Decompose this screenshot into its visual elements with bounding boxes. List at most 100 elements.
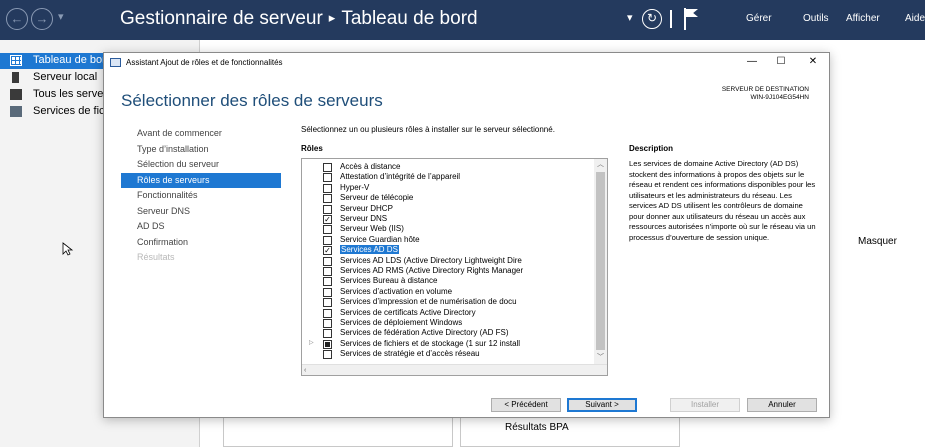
- role-checkbox[interactable]: [323, 267, 332, 276]
- step-confirmation[interactable]: Confirmation: [121, 235, 281, 250]
- role-label: Services de stratégie et d’accès réseau: [340, 349, 480, 359]
- step-server-roles[interactable]: Rôles de serveurs: [121, 172, 281, 188]
- step-ad-ds[interactable]: AD DS: [121, 219, 281, 234]
- role-item[interactable]: ✓ Serveur DNS: [302, 214, 594, 224]
- role-label: Serveur Web (IIS): [340, 224, 404, 234]
- role-checkbox[interactable]: [323, 287, 332, 297]
- breadcrumb: Gestionnaire de serveur ▸ Tableau de bord: [120, 8, 478, 30]
- role-item[interactable]: Services de fédération Active Directory …: [302, 328, 594, 339]
- role-checkbox[interactable]: [323, 235, 332, 245]
- step-features[interactable]: Fonctionnalités: [121, 188, 281, 203]
- role-item[interactable]: Hyper-V: [302, 183, 594, 193]
- mouse-cursor-icon: [62, 242, 74, 256]
- description-heading: Description: [629, 144, 674, 153]
- role-item[interactable]: Accès à distance: [302, 162, 594, 172]
- notification-flag-icon[interactable]: [684, 8, 700, 30]
- role-item[interactable]: Services Bureau à distance: [302, 276, 594, 287]
- role-label: Service Guardian hôte: [340, 234, 420, 244]
- role-item[interactable]: Attestation d’intégrité de l’appareil: [302, 172, 594, 183]
- horizontal-scrollbar[interactable]: ‹: [302, 364, 607, 375]
- role-label: Services Bureau à distance: [340, 276, 438, 286]
- breadcrumb-separator: ▸: [328, 10, 336, 25]
- role-checkbox[interactable]: ✓: [323, 246, 332, 256]
- role-checkbox[interactable]: [323, 350, 332, 360]
- role-item[interactable]: Serveur de télécopie: [302, 193, 594, 204]
- role-item[interactable]: Services de certificats Active Directory: [302, 308, 594, 318]
- scroll-thumb[interactable]: [596, 172, 605, 350]
- step-dns-server[interactable]: Serveur DNS: [121, 204, 281, 219]
- role-item[interactable]: Services AD RMS (Active Directory Rights…: [302, 266, 594, 276]
- role-label: Serveur de télécopie: [340, 193, 414, 203]
- forward-arrow-icon[interactable]: →: [31, 8, 53, 30]
- menu-view[interactable]: Afficher: [846, 13, 880, 24]
- cancel-button[interactable]: Annuler: [747, 398, 817, 412]
- role-item[interactable]: Serveur DHCP: [302, 204, 594, 214]
- role-label: Services de déploiement Windows: [340, 318, 463, 327]
- nav-dropdown-icon[interactable]: ▾: [58, 10, 64, 23]
- role-checkbox[interactable]: [323, 194, 332, 204]
- hide-link[interactable]: Masquer: [858, 236, 897, 247]
- step-server-selection[interactable]: Sélection du serveur: [121, 157, 281, 172]
- step-installation-type[interactable]: Type d’installation: [121, 142, 281, 157]
- dialog-titlebar[interactable]: Assistant Ajout de rôles et de fonctionn…: [104, 53, 829, 73]
- dashboard-tile: [460, 415, 680, 447]
- step-before-you-begin[interactable]: Avant de commencer: [121, 126, 281, 141]
- role-checkbox[interactable]: [323, 183, 332, 193]
- role-label: Services AD LDS (Active Directory Lightw…: [340, 255, 522, 265]
- add-roles-wizard-dialog: Assistant Ajout de rôles et de fonctionn…: [103, 52, 830, 418]
- step-results: Résultats: [137, 252, 175, 262]
- role-checkbox[interactable]: ✓: [323, 215, 332, 224]
- vertical-scrollbar[interactable]: ︿ ﹀: [594, 159, 607, 364]
- previous-button[interactable]: < Précédent: [491, 398, 561, 412]
- role-item[interactable]: Services de déploiement Windows: [302, 318, 594, 328]
- role-item[interactable]: Services d’activation en volume: [302, 287, 594, 297]
- role-item[interactable]: Services AD LDS (Active Directory Lightw…: [302, 256, 594, 266]
- menu-help[interactable]: Aide: [905, 13, 925, 24]
- dashboard-icon: [10, 55, 22, 66]
- role-checkbox[interactable]: [323, 329, 332, 339]
- refresh-icon[interactable]: ↻: [642, 9, 662, 29]
- scroll-left-icon[interactable]: ‹: [304, 365, 306, 375]
- role-item[interactable]: Service Guardian hôte: [302, 235, 594, 245]
- role-checkbox[interactable]: [323, 339, 332, 349]
- back-arrow-icon[interactable]: ←: [6, 8, 28, 30]
- bpa-results-label: Résultats BPA: [505, 422, 569, 433]
- role-item[interactable]: ✓ Services AD DS: [302, 245, 594, 256]
- role-item[interactable]: ▷ Services de fichiers et de stockage (1 …: [302, 339, 594, 349]
- role-label: Attestation d’intégrité de l’appareil: [340, 172, 461, 182]
- role-item[interactable]: Services de stratégie et d’accès réseau: [302, 349, 594, 360]
- next-button[interactable]: Suivant >: [567, 398, 637, 412]
- roles-list[interactable]: Accès à distance Attestation d’intégrité …: [301, 158, 608, 376]
- role-label: Services AD DS: [340, 245, 399, 255]
- role-checkbox[interactable]: [323, 298, 332, 308]
- close-button[interactable]: ✕: [801, 55, 825, 71]
- role-label: Services de fédération Active Directory …: [340, 328, 509, 338]
- minimize-button[interactable]: —: [740, 55, 764, 71]
- menu-tools[interactable]: Outils: [803, 13, 829, 24]
- role-checkbox[interactable]: [323, 204, 332, 214]
- role-checkbox[interactable]: [323, 308, 332, 318]
- role-label: Services AD RMS (Active Directory Rights…: [340, 266, 524, 275]
- instruction-text: Sélectionnez un ou plusieurs rôles à ins…: [301, 125, 555, 134]
- role-checkbox[interactable]: [323, 225, 332, 235]
- role-checkbox[interactable]: [323, 173, 332, 183]
- role-item[interactable]: Services d’impression et de numérisation…: [302, 297, 594, 308]
- role-checkbox[interactable]: [323, 163, 332, 172]
- breadcrumb-page: Tableau de bord: [341, 8, 478, 29]
- header-dropdown-icon[interactable]: ▾: [627, 11, 633, 24]
- wizard-app-icon: [110, 58, 121, 67]
- menu-manage[interactable]: Gérer: [746, 13, 772, 24]
- nav-item-label: Tableau de bord: [33, 54, 112, 66]
- role-checkbox[interactable]: [323, 319, 332, 328]
- maximize-button[interactable]: ☐: [769, 55, 793, 71]
- role-item[interactable]: Serveur Web (IIS): [302, 224, 594, 235]
- servers-icon: [10, 89, 22, 100]
- dashboard-tile: [223, 415, 453, 447]
- role-checkbox[interactable]: [323, 277, 332, 287]
- role-label: Services d’activation en volume: [340, 286, 453, 296]
- scroll-up-icon[interactable]: ︿: [594, 159, 607, 171]
- scroll-down-icon[interactable]: ﹀: [594, 352, 607, 364]
- expand-arrow-icon[interactable]: ▷: [309, 339, 314, 346]
- role-checkbox[interactable]: [323, 256, 332, 266]
- roles-heading: Rôles: [301, 144, 323, 153]
